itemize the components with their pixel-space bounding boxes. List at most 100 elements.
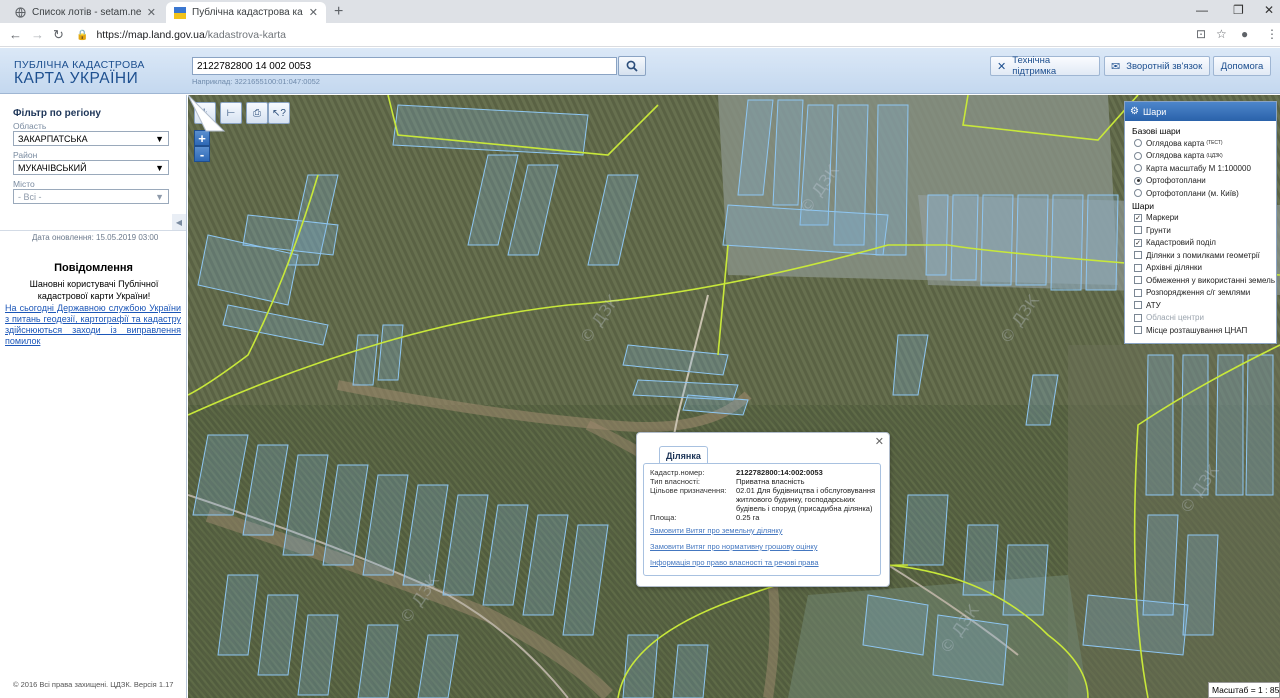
popup-row-purpose: Цільове призначення: 02.01 Для будівницт… <box>650 486 876 513</box>
close-tab-icon[interactable]: ✕ <box>309 6 318 19</box>
close-tab-icon[interactable]: ✕ <box>147 6 156 19</box>
layers-panel: ⚙ Шари Базові шари Оглядова карта (ТЕСТ) О… <box>1124 101 1277 344</box>
overlay-layer-option[interactable]: ✓ Маркери <box>1134 213 1276 224</box>
checkbox-icon[interactable] <box>1134 326 1142 335</box>
row-value: 0.25 га <box>736 513 760 522</box>
search-button[interactable] <box>618 56 646 76</box>
city-select[interactable]: - Всі - ▼ <box>13 189 169 204</box>
zoom-out-button[interactable]: - <box>194 146 210 162</box>
popup-pointer <box>188 95 226 132</box>
pointer-help-icon: ↖? <box>272 107 286 119</box>
layers-title: Шари <box>1142 106 1167 117</box>
checkbox-icon[interactable] <box>1134 313 1142 322</box>
back-icon[interactable]: ← <box>9 27 22 42</box>
radio-icon[interactable] <box>1134 176 1142 185</box>
popup-row-area: Площа: 0.25 га <box>650 513 876 522</box>
star-icon[interactable]: ☆ <box>1216 27 1227 41</box>
feedback-button[interactable]: ✉ Зворотній зв'язок <box>1104 56 1210 76</box>
base-layer-option[interactable]: Ортофотоплани (м. Київ) <box>1134 188 1276 199</box>
district-select[interactable]: МУКАЧІВСЬКИЙ ▼ <box>13 160 169 175</box>
new-tab-icon[interactable]: + <box>334 3 343 21</box>
layers-header[interactable]: ⚙ Шари <box>1125 102 1276 121</box>
radio-icon[interactable] <box>1134 139 1142 148</box>
trident-icon <box>174 6 186 19</box>
printer-icon: ⎙ <box>253 107 261 119</box>
forward-icon[interactable]: → <box>31 27 44 42</box>
checkbox-icon[interactable] <box>1134 288 1142 297</box>
layer-label: Карта масштабу М 1:100000 <box>1146 163 1251 173</box>
support-button[interactable]: ✕ Технічна підтримка <box>990 55 1100 77</box>
layer-label: Архівні ділянки <box>1146 263 1202 273</box>
row-key: Кадастр.номер: <box>650 468 705 477</box>
order-valuation-link[interactable]: Замовити Витяг про нормативну грошову оц… <box>650 542 817 551</box>
close-icon[interactable]: ✕ <box>875 435 884 448</box>
identify-tool-button[interactable]: ↖? <box>268 102 290 124</box>
checkbox-icon[interactable] <box>1134 263 1142 272</box>
base-layer-option[interactable]: Ортофотоплани <box>1134 176 1276 187</box>
collapse-sidebar-icon[interactable]: ◀ <box>172 214 186 230</box>
layer-label: Ділянки з помилками геометрії <box>1146 250 1260 260</box>
district-value: МУКАЧІВСЬКИЙ <box>18 162 87 173</box>
overlay-layer-option[interactable]: Грунти <box>1134 225 1276 236</box>
overlay-layer-option[interactable]: Розпорядження с/г землями <box>1134 288 1276 299</box>
print-button[interactable]: ⎙ <box>246 102 268 124</box>
checkbox-icon[interactable] <box>1134 276 1142 285</box>
layer-label: Оглядова карта <box>1146 138 1205 148</box>
checkbox-icon[interactable] <box>1134 251 1142 260</box>
tab-title: Публічна кадастрова карта Укр <box>192 7 303 18</box>
overlay-layer-option[interactable]: АТУ <box>1134 300 1276 311</box>
message-greeting: Шановні користувачі Публічної кадастрово… <box>29 279 159 301</box>
overlay-layers-title: Шари <box>1132 200 1154 211</box>
base-layer-option[interactable]: Оглядова карта (ЦДЗК) <box>1134 151 1276 162</box>
overlay-layer-option[interactable]: Місце розташування ЦНАП <box>1134 325 1276 336</box>
base-layers-title: Базові шари <box>1132 126 1181 136</box>
scale-indicator: Масштаб = 1 : 8532 <box>1208 682 1280 698</box>
base-layer-option[interactable]: Оглядова карта (ТЕСТ) <box>1134 138 1276 149</box>
search-hint: Наприклад: 3221655100:01:047:0052 <box>192 77 320 86</box>
layer-label: Місце розташування ЦНАП <box>1146 325 1248 335</box>
browser-tab-setam[interactable]: Список лотів - setam.net.ua ✕ <box>6 2 164 23</box>
parcel-popup: ✕ Ділянка Кадастр.номер: 2122782800:14:0… <box>636 432 890 587</box>
region-select[interactable]: ЗАКАРПАТСЬКА ▼ <box>13 131 169 146</box>
browser-tab-kadastr[interactable]: Публічна кадастрова карта Укр ✕ <box>166 2 326 23</box>
checkbox-icon[interactable] <box>1134 226 1142 235</box>
update-date: Дата оновлення: 15.05.2019 03:00 <box>32 233 159 242</box>
radio-icon[interactable] <box>1134 151 1142 160</box>
map-view[interactable]: © ДЗК © ДЗК © ДЗК © ДЗК © ДЗК © ДЗК © ДЗ… <box>188 95 1280 698</box>
popup-row-ownership: Тип власності: Приватна власність <box>650 477 876 486</box>
overlay-layer-option[interactable]: Обласні центри <box>1134 313 1276 324</box>
region-sidebar: Фільтр по регіону Область ЗАКАРПАТСЬКА ▼… <box>0 95 187 698</box>
cadastral-search-input[interactable] <box>192 57 617 75</box>
layer-sup: (ТЕСТ) <box>1206 140 1223 147</box>
globe-icon <box>14 7 26 19</box>
url-path: /kadastrova-karta <box>204 29 286 41</box>
filter-title: Фільтр по регіону <box>13 108 101 119</box>
checkbox-icon[interactable]: ✓ <box>1134 213 1142 222</box>
close-window-icon[interactable]: ✕ <box>1264 3 1274 17</box>
overlay-layer-option[interactable]: ✓ Кадастровий поділ <box>1134 238 1276 249</box>
reload-icon[interactable]: ↻ <box>53 27 64 43</box>
layer-label: Обласні центри <box>1146 313 1204 323</box>
message-link[interactable]: На сьогодні Державною службою України з … <box>5 303 181 347</box>
checkbox-icon[interactable] <box>1134 301 1142 310</box>
order-extract-link[interactable]: Замовити Витяг про земельну ділянку <box>650 526 783 535</box>
translate-icon[interactable]: ⊡ <box>1196 27 1206 41</box>
account-icon[interactable]: ● <box>1241 27 1248 41</box>
maximize-icon[interactable]: ❐ <box>1233 3 1244 17</box>
checkbox-icon[interactable]: ✓ <box>1134 238 1142 247</box>
ownership-info-link[interactable]: Інформація про право власності та речові… <box>650 558 819 567</box>
radio-icon[interactable] <box>1134 164 1142 173</box>
popup-tab[interactable]: Ділянка <box>659 446 708 464</box>
radio-icon[interactable] <box>1134 189 1142 198</box>
overlay-layer-option[interactable]: Обмеження у використанні земель <box>1134 275 1276 286</box>
orthophoto-map[interactable]: © ДЗК © ДЗК © ДЗК © ДЗК © ДЗК © ДЗК © ДЗ… <box>188 95 1280 698</box>
url-field[interactable]: 🔒 https://map.land.gov.ua/kadastrova-kar… <box>76 25 1196 45</box>
overlay-layer-option[interactable]: Архівні ділянки <box>1134 263 1276 274</box>
overlay-layer-option[interactable]: Ділянки з помилками геометрії <box>1134 250 1276 261</box>
feedback-label: Зворотній зв'язок <box>1126 60 1203 72</box>
base-layer-option[interactable]: Карта масштабу М 1:100000 <box>1134 163 1276 174</box>
layer-label: Грунти <box>1146 225 1171 235</box>
menu-icon[interactable]: ⋮ <box>1266 27 1278 41</box>
help-button[interactable]: Допомога <box>1213 56 1271 76</box>
minimize-icon[interactable]: — <box>1196 3 1208 17</box>
